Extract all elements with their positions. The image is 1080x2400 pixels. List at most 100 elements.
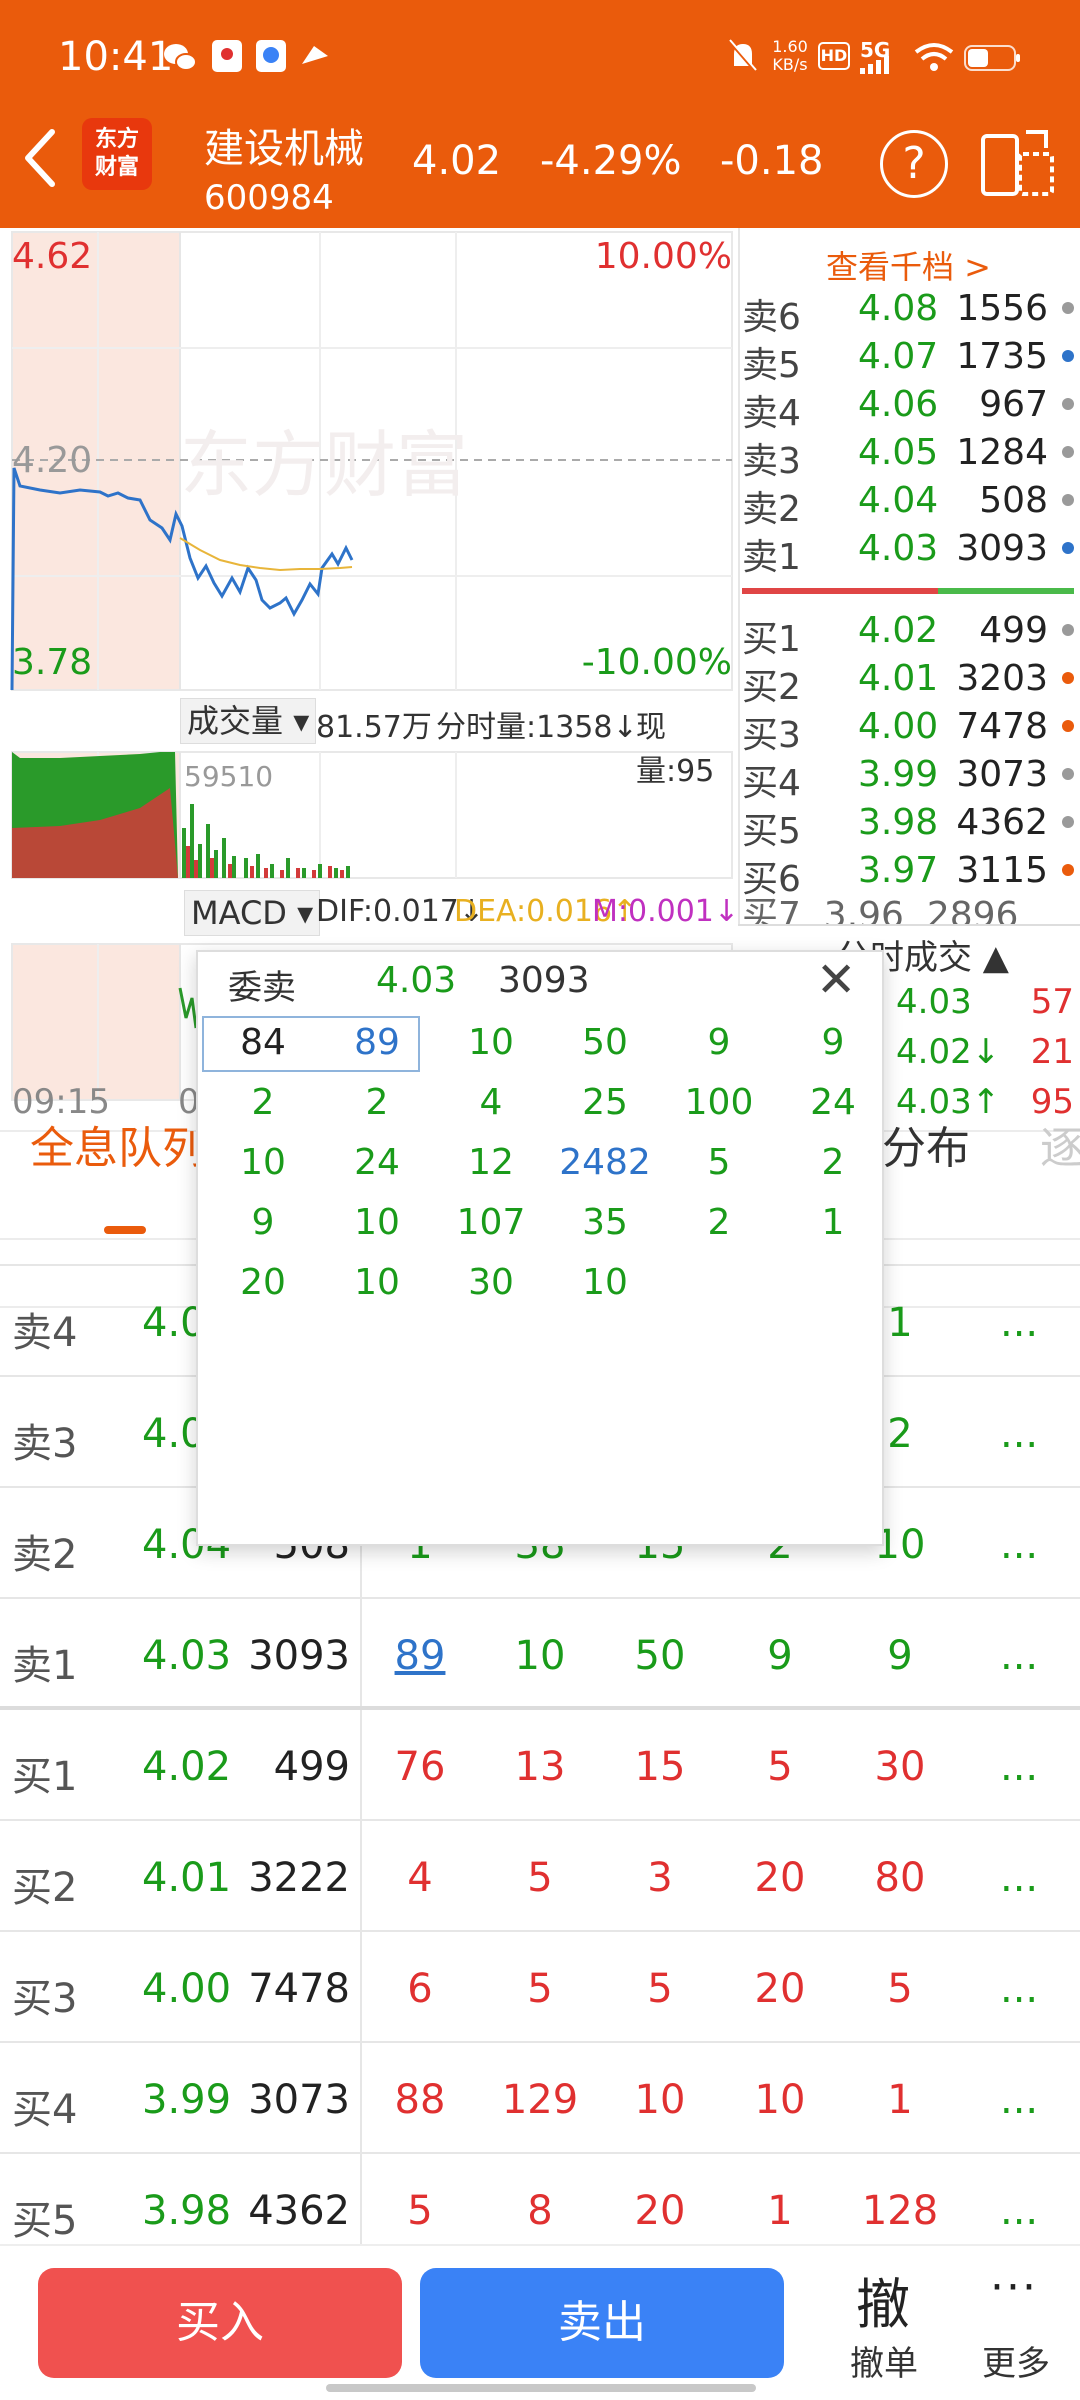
queue-order-cell[interactable]: 5 (500, 1855, 580, 1901)
queue-order-cell[interactable]: 10 (500, 1633, 580, 1679)
order-book-ask-row[interactable]: 卖3 4.05 1284 (742, 432, 1074, 482)
popup-order-cell[interactable]: 10 (320, 1202, 434, 1243)
row-more-button[interactable]: ... (1000, 1411, 1038, 1457)
queue-order-cell[interactable]: 8 (500, 2188, 580, 2234)
queue-order-cell[interactable]: 89 (380, 1633, 460, 1679)
popup-order-cell[interactable]: 1 (776, 1202, 890, 1243)
queue-order-cell[interactable]: 13 (500, 1744, 580, 1790)
popup-order-cell[interactable]: 107 (434, 1202, 548, 1243)
order-book-bid-row[interactable]: 买1 4.02 499 (742, 610, 1074, 660)
queue-table-row[interactable]: 卖1 4.03 3093 89 10 50 9 9... (0, 1597, 1080, 1707)
queue-order-cell[interactable]: 5 (860, 1966, 940, 2012)
popup-order-cell[interactable]: 35 (548, 1202, 662, 1243)
popup-order-cell[interactable]: 4 (434, 1082, 548, 1123)
popup-order-cell[interactable]: 9 (662, 1022, 776, 1063)
tab-partial[interactable]: 逐 (1040, 1112, 1080, 1176)
queue-order-cell[interactable]: 76 (380, 1744, 460, 1790)
back-icon[interactable] (22, 128, 58, 188)
row-more-button[interactable]: ... (1000, 1633, 1038, 1679)
queue-order-cell[interactable]: 88 (380, 2077, 460, 2123)
queue-order-cell[interactable]: 80 (860, 1855, 940, 1901)
sell-button[interactable]: 卖出 (420, 2268, 784, 2378)
queue-order-cell[interactable]: 20 (620, 2188, 700, 2234)
queue-order-cell[interactable]: 50 (620, 1633, 700, 1679)
cancel-order-icon[interactable]: 撤 (856, 2260, 910, 2339)
order-book-bid-row[interactable]: 买6 3.97 3115 (742, 850, 1074, 900)
order-book-ask-row[interactable]: 卖2 4.04 508 (742, 480, 1074, 530)
popup-order-cell[interactable]: 20 (206, 1262, 320, 1303)
popup-order-cell[interactable]: 10 (320, 1262, 434, 1303)
macd-indicator-selector[interactable]: MACD ▾ (184, 890, 321, 936)
layout-switch-icon[interactable] (980, 128, 1056, 198)
tab-full-queue[interactable]: 全息队列 (30, 1112, 206, 1176)
queue-order-cell[interactable]: 15 (620, 1744, 700, 1790)
order-book-ask-row[interactable]: 卖5 4.07 1735 (742, 336, 1074, 386)
popup-order-cell[interactable]: 2 (662, 1202, 776, 1243)
queue-order-cell[interactable]: 5 (500, 1966, 580, 2012)
queue-order-cell[interactable]: 9 (740, 1633, 820, 1679)
popup-order-cell[interactable]: 84 (206, 1022, 320, 1063)
row-more-button[interactable]: ... (1000, 1855, 1038, 1901)
popup-order-cell[interactable]: 24 (776, 1082, 890, 1123)
queue-order-cell[interactable]: 5 (380, 2188, 460, 2234)
queue-order-cell[interactable]: 5 (740, 1744, 820, 1790)
queue-order-cell[interactable]: 10 (620, 2077, 700, 2123)
popup-order-cell[interactable]: 50 (548, 1022, 662, 1063)
queue-table-row[interactable]: 买4 3.99 3073 88 129 10 10 1... (0, 2041, 1080, 2151)
popup-order-cell[interactable]: 10 (206, 1142, 320, 1183)
popup-order-cell[interactable]: 89 (320, 1022, 434, 1063)
queue-order-cell[interactable]: 1 (740, 2188, 820, 2234)
popup-order-cell[interactable]: 12 (434, 1142, 548, 1183)
order-book-bid-row[interactable]: 买3 4.00 7478 (742, 706, 1074, 756)
order-book-ask-row[interactable]: 卖4 4.06 967 (742, 384, 1074, 434)
popup-order-cell[interactable]: 100 (662, 1082, 776, 1123)
buy-button[interactable]: 买入 (38, 2268, 402, 2378)
cancel-order-label[interactable]: 撤单 (850, 2336, 918, 2385)
queue-order-cell[interactable]: 20 (740, 1966, 820, 2012)
queue-table-row[interactable]: 买3 4.00 7478 6 5 5 20 5... (0, 1930, 1080, 2040)
popup-order-cell[interactable]: 2 (320, 1082, 434, 1123)
queue-order-cell[interactable]: 10 (740, 2077, 820, 2123)
popup-order-cell[interactable]: 9 (776, 1022, 890, 1063)
order-book-ask-row[interactable]: 卖1 4.03 3093 (742, 528, 1074, 578)
tab-distribution[interactable]: 分布 (882, 1112, 970, 1176)
order-book-bid-row[interactable]: 买5 3.98 4362 (742, 802, 1074, 852)
queue-order-cell[interactable]: 1 (860, 2077, 940, 2123)
view-depth-link[interactable]: 查看千档 > (826, 242, 991, 288)
row-more-button[interactable]: ... (1000, 2077, 1038, 2123)
popup-order-cell[interactable]: 2 (776, 1142, 890, 1183)
popup-order-cell[interactable]: 24 (320, 1142, 434, 1183)
queue-table-row[interactable]: 买1 4.02 499 76 13 15 5 30... (0, 1708, 1080, 1818)
row-more-button[interactable]: ... (1000, 1966, 1038, 2012)
popup-order-cell[interactable]: 10 (548, 1262, 662, 1303)
queue-order-cell[interactable]: 30 (860, 1744, 940, 1790)
queue-order-cell[interactable]: 5 (620, 1966, 700, 2012)
popup-order-cell[interactable]: 25 (548, 1082, 662, 1123)
stock-name[interactable]: 建设机械 (204, 116, 364, 174)
order-book-ask-row[interactable]: 卖6 4.08 1556 (742, 288, 1074, 338)
order-book-bid-row[interactable]: 买4 3.99 3073 (742, 754, 1074, 804)
popup-order-cell[interactable]: 9 (206, 1202, 320, 1243)
queue-order-cell[interactable]: 4 (380, 1855, 460, 1901)
close-icon[interactable]: ✕ (816, 952, 856, 1008)
popup-order-cell[interactable]: 2482 (548, 1142, 662, 1183)
row-more-button[interactable]: ... (1000, 1522, 1038, 1568)
queue-order-cell[interactable]: 128 (860, 2188, 940, 2234)
help-button[interactable]: ? (880, 130, 948, 198)
row-more-button[interactable]: ... (1000, 1744, 1038, 1790)
queue-order-cell[interactable]: 9 (860, 1633, 940, 1679)
order-book-bid-row[interactable]: 买2 4.01 3203 (742, 658, 1074, 708)
queue-order-cell[interactable]: 3 (620, 1855, 700, 1901)
popup-order-cell[interactable]: 10 (434, 1022, 548, 1063)
row-more-button[interactable]: ... (1000, 1300, 1038, 1346)
popup-order-cell[interactable]: 30 (434, 1262, 548, 1303)
volume-indicator-selector[interactable]: 成交量 ▾ (180, 698, 317, 744)
queue-table-row[interactable]: 买2 4.01 3222 4 5 3 20 80... (0, 1819, 1080, 1929)
popup-order-cell[interactable]: 5 (662, 1142, 776, 1183)
more-icon[interactable]: ··· (990, 2262, 1038, 2313)
popup-order-cell[interactable]: 2 (206, 1082, 320, 1123)
row-more-button[interactable]: ... (1000, 2188, 1038, 2234)
queue-order-cell[interactable]: 20 (740, 1855, 820, 1901)
more-label[interactable]: 更多 (982, 2336, 1050, 2385)
queue-order-cell[interactable]: 129 (500, 2077, 580, 2123)
